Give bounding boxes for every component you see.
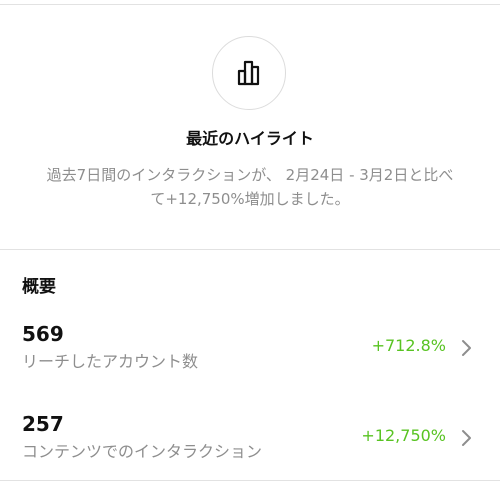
highlight-title: 最近のハイライト — [186, 129, 314, 148]
metric-change: +12,750% — [361, 426, 446, 445]
bottom-divider — [0, 480, 500, 481]
bar-chart-icon — [237, 60, 260, 86]
chevron-right-icon — [462, 430, 471, 446]
highlight-icon-circle — [212, 36, 286, 110]
metric-label: コンテンツでのインタラクション — [22, 442, 263, 461]
metric-label: リーチしたアカウント数 — [22, 352, 199, 371]
highlight-description: 過去7日間のインタラクションが、 2月24日 - 3月2日と比べて+12,750… — [46, 166, 454, 208]
metric-value: 257 — [22, 412, 64, 436]
metric-value: 569 — [22, 322, 64, 346]
metric-change: +712.8% — [371, 336, 446, 355]
metric-row-reach[interactable]: 569 リーチしたアカウント数 +712.8% — [0, 318, 500, 388]
chevron-right-icon — [462, 340, 471, 356]
metric-row-interactions[interactable]: 257 コンテンツでのインタラクション +12,750% — [0, 408, 500, 478]
highlight-section: 最近のハイライト 過去7日間のインタラクションが、 2月24日 - 3月2日と比… — [0, 5, 500, 249]
section-divider — [0, 249, 500, 250]
overview-title: 概要 — [22, 277, 56, 297]
